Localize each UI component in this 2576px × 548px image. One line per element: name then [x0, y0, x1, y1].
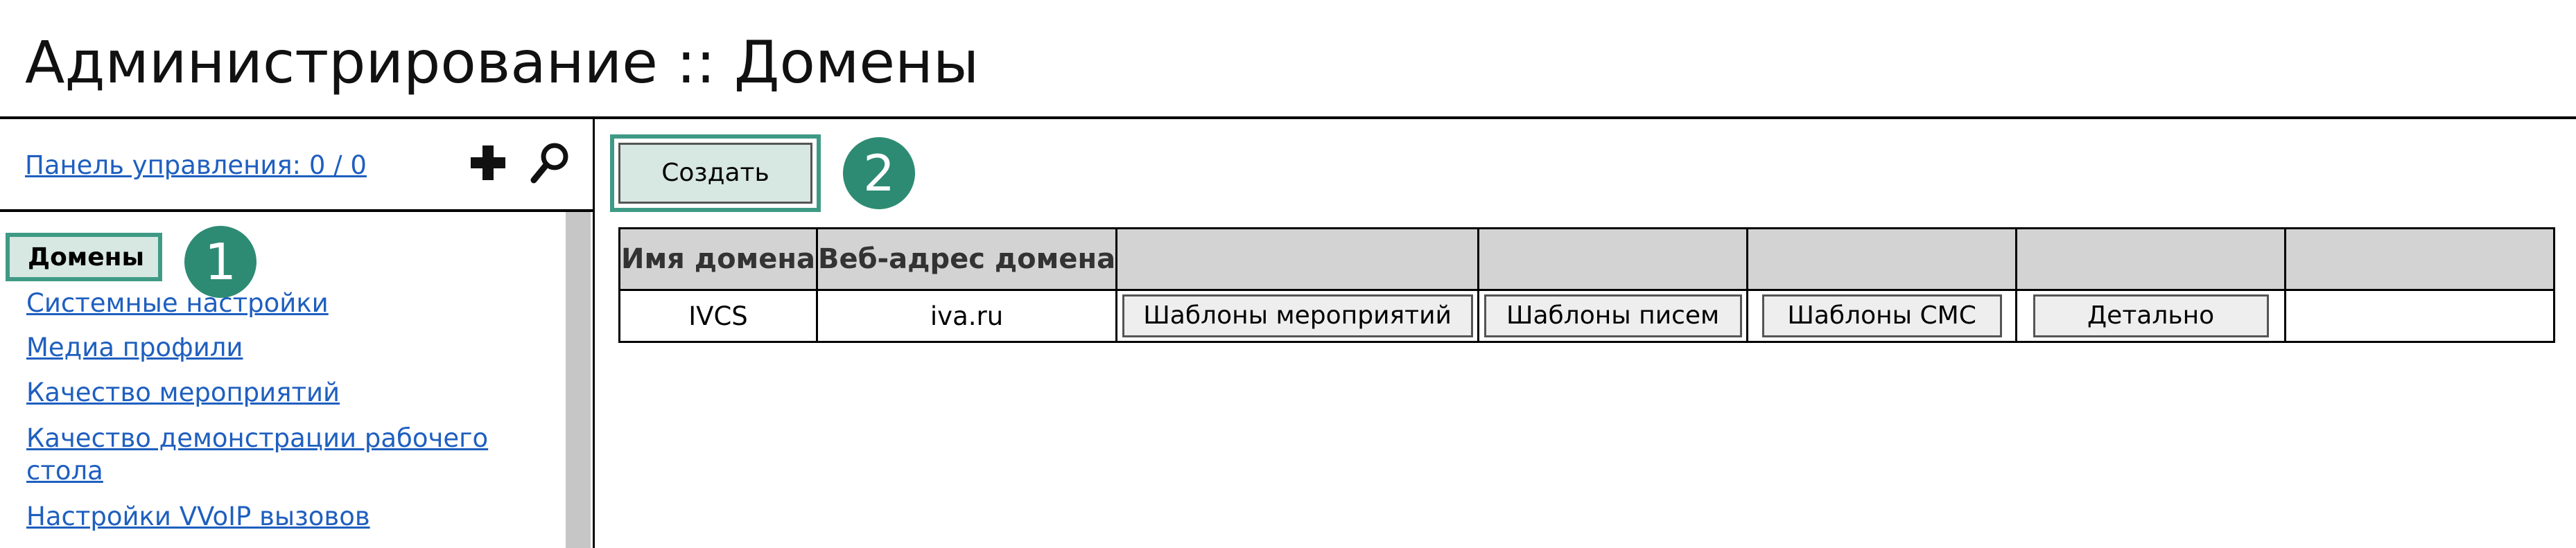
column-header-7	[2284, 227, 2556, 291]
admin-window: Администрирование :: Домены Панель управ…	[0, 0, 2576, 548]
sidebar-item-desktop-demo-quality[interactable]: Качество демонстрации рабочего	[26, 422, 488, 455]
column-header-domain-url: Веб-адрес домена	[815, 227, 1118, 291]
column-header-4	[1477, 227, 1749, 291]
domain-url-cell: iva.ru	[815, 289, 1118, 343]
annotation-badge-2: 2	[843, 137, 915, 209]
create-button[interactable]: Создать	[618, 143, 812, 204]
domain-name-cell: IVCS	[618, 289, 818, 343]
sidebar-item-label: Домены	[28, 243, 145, 272]
email-templates-cell: Шаблоны писем	[1477, 289, 1749, 343]
sidebar-item-media-profiles[interactable]: Медиа профили	[26, 331, 243, 364]
sidebar-header-divider	[0, 209, 593, 212]
event-templates-cell: Шаблоны мероприятий	[1115, 289, 1480, 343]
sidebar-item-event-quality[interactable]: Качество мероприятий	[26, 376, 340, 409]
search-icon[interactable]	[528, 140, 573, 184]
sidebar-item-desktop-demo-quality-cont[interactable]: стола	[26, 454, 103, 488]
column-header-5	[1746, 227, 2018, 291]
control-panel-link[interactable]: Панель управления: 0 / 0	[25, 148, 367, 183]
details-cell: Детально	[2015, 289, 2287, 343]
details-button[interactable]: Детально	[2033, 294, 2269, 337]
sidebar-item-domains[interactable]: Домены	[6, 233, 162, 281]
table-row: IVCS iva.ru Шаблоны мероприятий Шаблоны …	[618, 289, 2556, 343]
page-title: Администрирование :: Домены	[25, 28, 980, 96]
column-header-3	[1115, 227, 1480, 291]
sidebar-item-vvoip-settings[interactable]: Настройки VVoIP вызовов	[26, 500, 370, 533]
sidebar-divider	[593, 119, 595, 548]
domains-table: Имя домена Веб-адрес домена IVCS iva.ru …	[618, 227, 2556, 343]
sms-templates-button[interactable]: Шаблоны СМС	[1761, 294, 2002, 337]
sidebar-item-system-settings[interactable]: Системные настройки	[26, 287, 329, 320]
sms-templates-cell: Шаблоны СМС	[1746, 289, 2018, 343]
table-header-row: Имя домена Веб-адрес домена	[618, 227, 2556, 291]
sidebar-scrollbar[interactable]	[566, 212, 591, 548]
email-templates-button[interactable]: Шаблоны писем	[1483, 294, 1742, 337]
column-header-6	[2015, 227, 2287, 291]
event-templates-button[interactable]: Шаблоны мероприятий	[1122, 294, 1473, 337]
column-header-domain-name: Имя домена	[618, 227, 818, 291]
empty-cell	[2284, 289, 2556, 343]
plus-icon[interactable]	[469, 144, 507, 182]
